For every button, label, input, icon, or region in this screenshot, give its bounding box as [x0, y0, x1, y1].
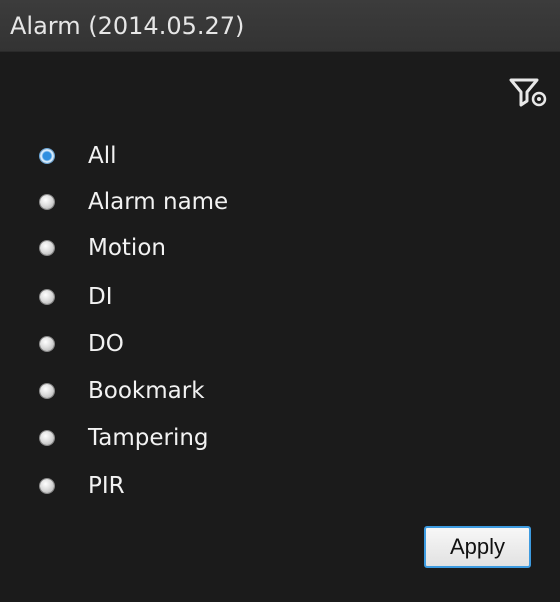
radio-button[interactable] [40, 337, 54, 351]
filter-option-motion[interactable]: Motion [40, 226, 460, 270]
filter-option-label: Bookmark [88, 378, 205, 404]
filter-option-label: Alarm name [88, 189, 229, 215]
filter-option-label: All [88, 143, 117, 169]
filter-option-label: DO [88, 331, 124, 357]
radio-button[interactable] [40, 290, 54, 304]
apply-button[interactable]: Apply [424, 526, 531, 568]
filter-icon [509, 78, 547, 107]
title-bar: Alarm (2014.05.27) [0, 0, 560, 52]
filter-option-label: DI [88, 284, 113, 310]
radio-button[interactable] [40, 431, 54, 445]
radio-button[interactable] [40, 195, 54, 209]
filter-option-label: PIR [88, 473, 125, 499]
filter-option-do[interactable]: DO [40, 322, 460, 366]
radio-button[interactable] [40, 479, 54, 493]
filter-option-pir[interactable]: PIR [40, 464, 460, 508]
filter-option-di[interactable]: DI [40, 275, 460, 319]
filter-option-label: Tampering [88, 425, 209, 451]
panel-title: Alarm (2014.05.27) [10, 12, 245, 40]
filter-settings-button[interactable] [505, 70, 555, 114]
filter-option-all[interactable]: All [40, 134, 460, 178]
filter-option-bookmark[interactable]: Bookmark [40, 369, 460, 413]
radio-button[interactable] [40, 241, 54, 255]
radio-button[interactable] [40, 384, 54, 398]
filter-option-alarm-name[interactable]: Alarm name [40, 180, 460, 224]
radio-button-checked[interactable] [40, 149, 54, 163]
filter-option-label: Motion [88, 235, 166, 261]
alarm-filter-panel: Alarm (2014.05.27) All Alarm name Motion… [0, 0, 560, 602]
filter-option-tampering[interactable]: Tampering [40, 416, 460, 460]
